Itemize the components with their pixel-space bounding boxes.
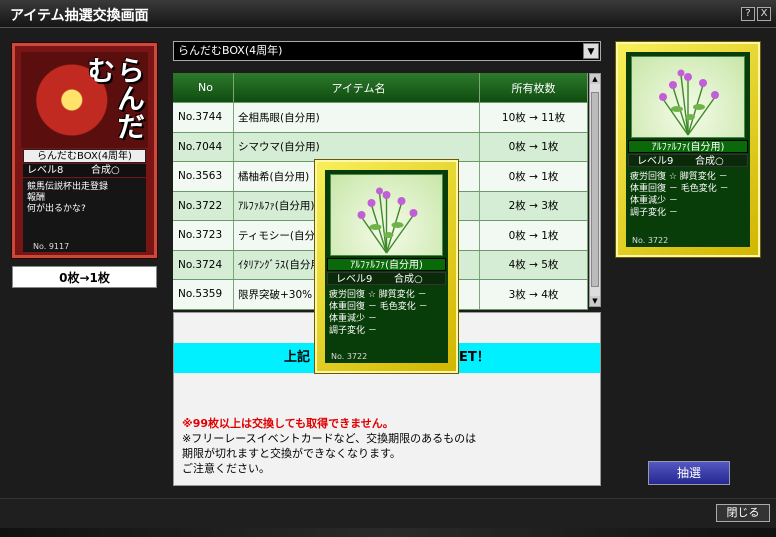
header-count: 所有枚数: [480, 73, 588, 102]
selected-item-card: ｱﾙﾌｧﾙﾌｧ(自分用) レベル9 合成○ 疲労回復 ☆ 脚質変化 － 体重回復…: [616, 42, 760, 257]
alfalfa-art: [631, 56, 745, 138]
row-no: No.5359: [173, 280, 234, 309]
card-level-row: レベル9 合成○: [327, 272, 446, 285]
row-no: No.7044: [173, 132, 234, 161]
card-number: No. 3722: [331, 352, 368, 361]
chevron-down-icon[interactable]: ▼: [583, 43, 599, 59]
card-description: 競馬伝説杯出走登録 報酬 何が出るかな?: [23, 178, 146, 252]
dropdown-selected-value: らんだむBOX(4周年): [178, 44, 283, 57]
help-button[interactable]: ?: [741, 7, 755, 21]
card-level: レベル9: [336, 274, 373, 285]
random-box-card: らんだむ らんだむBOX(4周年) レベル8 合成○ 競馬伝説杯出走登録 報酬 …: [12, 43, 157, 258]
row-no: No.3744: [173, 103, 234, 132]
card-synthesis: 合成○: [394, 274, 423, 285]
table-row[interactable]: No.3744 全相馬眼(自分用) 10枚 → 11枚: [173, 103, 588, 133]
row-no: No.3563: [173, 162, 234, 191]
table-header: No アイテム名 所有枚数: [173, 73, 588, 103]
card-inner: ｱﾙﾌｧﾙﾌｧ(自分用) レベル9 合成○ 疲労回復 ☆ 脚質変化 － 体重回復…: [325, 170, 448, 363]
close-button[interactable]: 閉じる: [716, 504, 770, 522]
note-line: 期限が切れますと交換ができなくなります。: [182, 447, 401, 460]
header-item-name: アイテム名: [234, 73, 480, 102]
box-select-dropdown[interactable]: らんだむBOX(4周年) ▼: [173, 41, 601, 61]
card-synthesis: 合成○: [91, 165, 120, 176]
card-name: らんだむBOX(4周年): [23, 149, 146, 163]
row-count: 0枚 → 1枚: [480, 132, 588, 161]
row-count: 4枚 → 5枚: [480, 250, 588, 279]
scroll-down-icon[interactable]: ▼: [590, 296, 600, 306]
card-art-text: らんだむ: [83, 56, 146, 140]
card-synthesis: 合成○: [695, 156, 724, 167]
effect-line: 調子変化 －: [329, 326, 377, 336]
effect-line: 体重回復 － 毛色変化 －: [329, 302, 428, 312]
card-level: レベル8: [27, 165, 64, 176]
table-row[interactable]: No.7044 シマウマ(自分用) 0枚 → 1枚: [173, 132, 588, 162]
row-count: 10枚 → 11枚: [480, 103, 588, 132]
owned-count-display: 0枚→1枚: [12, 266, 157, 288]
title-bar: アイテム抽選交換画面 ? X: [0, 0, 776, 28]
header-no: No: [173, 73, 234, 102]
effect-line: 体重減少 －: [329, 314, 377, 324]
effect-line: 疲労回復 ☆ 脚質変化 －: [630, 172, 728, 182]
window-title: アイテム抽選交換画面: [10, 8, 149, 24]
background-strip: [0, 528, 776, 537]
effect-line: 体重回復 － 毛色変化 －: [630, 184, 729, 194]
card-effects: 疲労回復 ☆ 脚質変化 － 体重回復 － 毛色変化 － 体重減少 － 調子変化 …: [630, 171, 729, 219]
card-level-row: レベル9 合成○: [628, 154, 748, 167]
row-no: No.3724: [173, 250, 234, 279]
window-close-button[interactable]: X: [757, 7, 771, 21]
effect-line: 調子変化 －: [630, 208, 678, 218]
item-card-popup: ｱﾙﾌｧﾙﾌｧ(自分用) レベル9 合成○ 疲労回復 ☆ 脚質変化 － 体重回復…: [315, 160, 458, 373]
card-level: レベル9: [637, 156, 674, 167]
row-count: 3枚 → 4枚: [480, 280, 588, 309]
row-item-name: 全相馬眼(自分用): [234, 103, 480, 132]
effect-line: 体重減少 －: [630, 196, 678, 206]
note-line: ※フリーレースイベントカードなど、交換期限のあるものは: [182, 432, 477, 445]
table-scrollbar[interactable]: ▲ ▼: [589, 73, 601, 307]
banner-text-left: 上記: [284, 350, 311, 365]
scroll-thumb[interactable]: [591, 92, 599, 287]
row-no: No.3722: [173, 191, 234, 220]
card-name: ｱﾙﾌｧﾙﾌｧ(自分用): [628, 140, 748, 153]
row-count: 0枚 → 1枚: [480, 221, 588, 250]
banner-text-right: ET！: [459, 350, 490, 365]
card-effects: 疲労回復 ☆ 脚質変化 － 体重回復 － 毛色変化 － 体重減少 － 調子変化 …: [329, 289, 428, 337]
warning-text: ※99枚以上は交換しても取得できません。: [182, 417, 394, 430]
notice-text: ※99枚以上は交換しても取得できません。 ※フリーレースイベントカードなど、交換…: [182, 416, 476, 476]
draw-button[interactable]: 抽選: [648, 461, 730, 485]
card-number: No. 3722: [632, 236, 669, 245]
flower-icon: [659, 69, 719, 136]
daruma-art: らんだむ: [21, 52, 148, 148]
row-item-name: シマウマ(自分用): [234, 132, 480, 161]
card-name: ｱﾙﾌｧﾙﾌｧ(自分用): [327, 258, 446, 271]
scroll-up-icon[interactable]: ▲: [590, 74, 600, 84]
card-level-row: レベル8 合成○: [23, 164, 146, 177]
row-count: 2枚 → 3枚: [480, 191, 588, 220]
row-count: 0枚 → 1枚: [480, 162, 588, 191]
row-no: No.3723: [173, 221, 234, 250]
note-line: ご注意ください。: [182, 462, 270, 475]
effect-line: 疲労回復 ☆ 脚質変化 －: [329, 290, 427, 300]
flower-icon: [357, 187, 418, 254]
alfalfa-art: [330, 174, 443, 256]
card-inner: ｱﾙﾌｧﾙﾌｧ(自分用) レベル9 合成○ 疲労回復 ☆ 脚質変化 － 体重回復…: [626, 52, 750, 247]
card-number: No. 9117: [33, 242, 70, 251]
